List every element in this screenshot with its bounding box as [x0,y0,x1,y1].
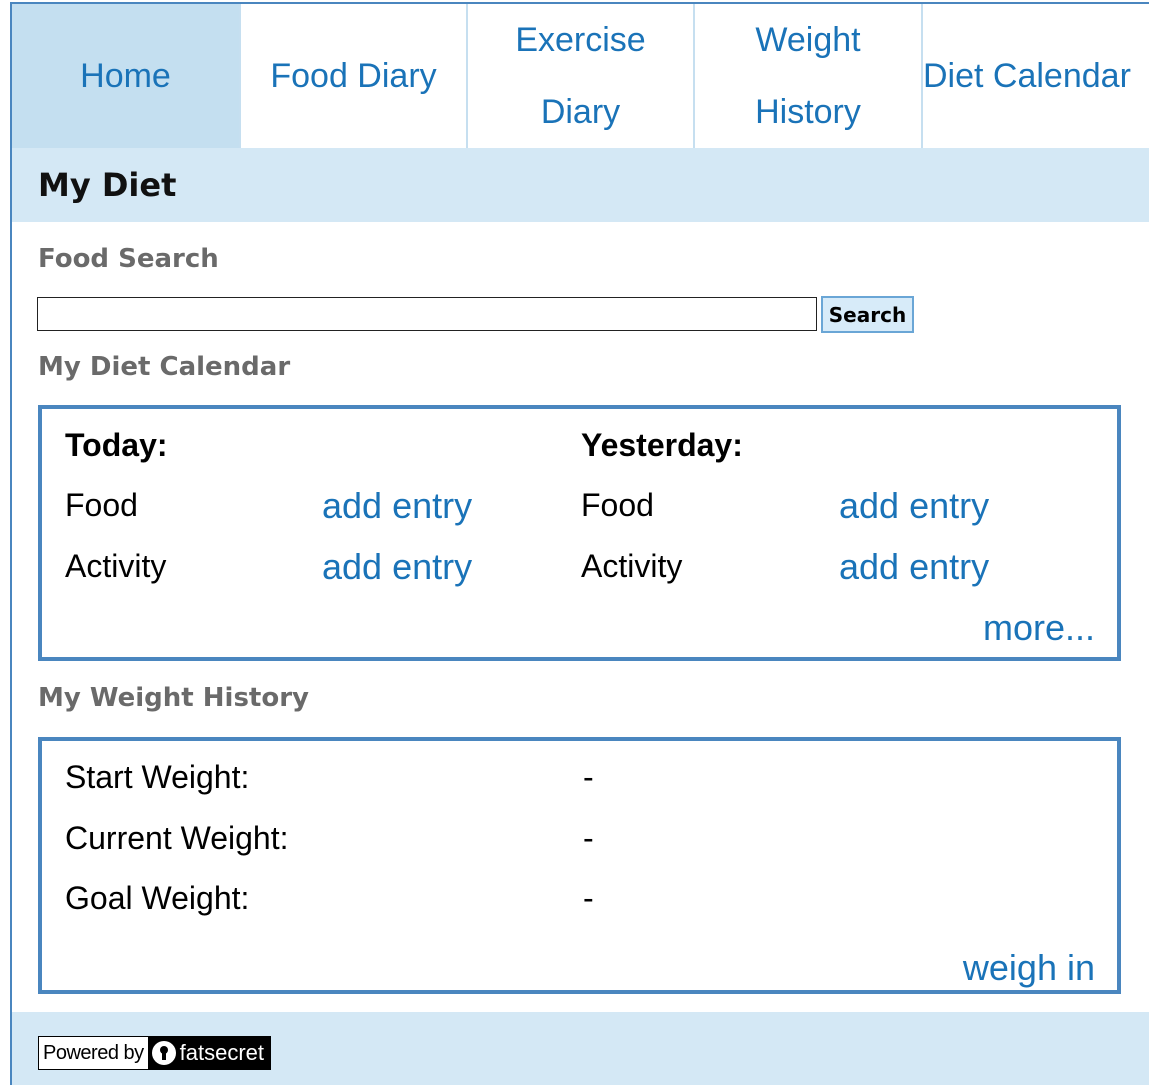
today-activity-label: Activity [65,548,167,584]
footer: Powered by fatsecret [12,1012,1149,1085]
goal-weight-value: - [583,880,594,916]
nav-diet-calendar[interactable]: Diet Calendar [923,4,1149,148]
nav-weight-history-line2: History [755,93,861,131]
weight-history-panel: Start Weight: - Current Weight: - Goal W… [38,737,1121,994]
weight-history-heading: My Weight History [38,683,309,713]
powered-by-badge[interactable]: Powered by fatsecret [38,1036,271,1070]
yesterday-activity-label: Activity [581,548,683,584]
food-search-input[interactable] [37,297,817,331]
nav-food-diary[interactable]: Food Diary [241,4,468,148]
weigh-in-link[interactable]: weigh in [963,947,1095,989]
nav-home[interactable]: Home [12,4,241,148]
search-button[interactable]: Search [821,296,914,333]
today-activity-add-entry-link[interactable]: add entry [322,546,472,588]
today-food-label: Food [65,487,138,523]
keyhole-icon [151,1041,176,1065]
diet-calendar-panel: Today: Food add entry Activity add entry… [38,405,1121,661]
nav-exercise-diary-line1: Exercise [515,21,646,59]
diet-calendar-heading: My Diet Calendar [38,352,291,382]
nav-exercise-diary-line2: Diary [540,93,621,131]
nav-food-diary-label: Food Diary [270,57,437,95]
yesterday-food-add-entry-link[interactable]: add entry [839,485,989,527]
start-weight-label: Start Weight: [65,759,250,795]
yesterday-title: Yesterday: [581,427,743,463]
today-food-add-entry-link[interactable]: add entry [322,485,472,527]
top-nav: Home Food Diary Exercise Diary Weight Hi… [12,4,1149,148]
nav-exercise-diary[interactable]: Exercise Diary [468,4,695,148]
calendar-more-link[interactable]: more... [983,607,1095,649]
today-title: Today: [65,427,168,463]
start-weight-value: - [583,759,594,795]
goal-weight-label: Goal Weight: [65,880,250,916]
nav-weight-history-line1: Weight [755,21,861,59]
nav-diet-calendar-label: Diet Calendar [923,57,1131,95]
nav-weight-history[interactable]: Weight History [695,4,923,148]
powered-by-text: Powered by [39,1037,148,1069]
page-header: My Diet [12,148,1149,222]
fatsecret-brand-name: fatsecret [179,1040,264,1065]
current-weight-value: - [583,820,594,856]
nav-home-label: Home [80,57,171,95]
fatsecret-brand: fatsecret [147,1037,270,1069]
food-search-heading: Food Search [38,244,219,274]
page-title: My Diet [38,166,177,204]
yesterday-activity-add-entry-link[interactable]: add entry [839,546,989,588]
yesterday-food-label: Food [581,487,654,523]
current-weight-label: Current Weight: [65,820,289,856]
